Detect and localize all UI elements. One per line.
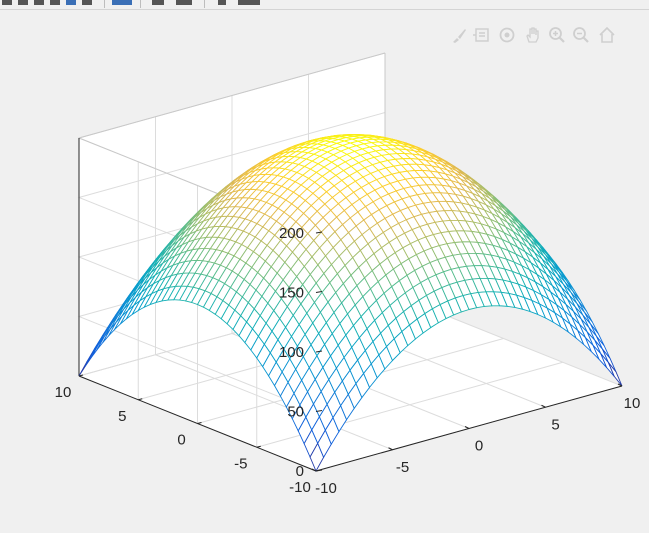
y-tick-label: 0 (177, 432, 185, 449)
x-tick-label: 0 (475, 438, 483, 455)
x-tick-label: -5 (396, 459, 409, 476)
z-tick-label: 150 (279, 285, 304, 302)
z-tick-label: 50 (287, 404, 304, 421)
z-tick-label: 0 (296, 463, 304, 480)
y-tick-label: -10 (289, 479, 311, 496)
z-tick-label: 200 (279, 225, 304, 242)
z-tick-label: 100 (279, 344, 304, 361)
y-tick-label: 5 (118, 408, 126, 425)
surface-plot[interactable]: 0 50 100 150 200 -10 -5 0 5 10 -10 -5 0 5 10 (0, 0, 649, 533)
y-tick-label: -5 (234, 455, 247, 472)
x-tick-label: -10 (315, 480, 337, 497)
y-tick-label: 10 (55, 384, 72, 401)
x-tick-label: 10 (624, 395, 641, 412)
x-tick-label: 5 (551, 416, 559, 433)
